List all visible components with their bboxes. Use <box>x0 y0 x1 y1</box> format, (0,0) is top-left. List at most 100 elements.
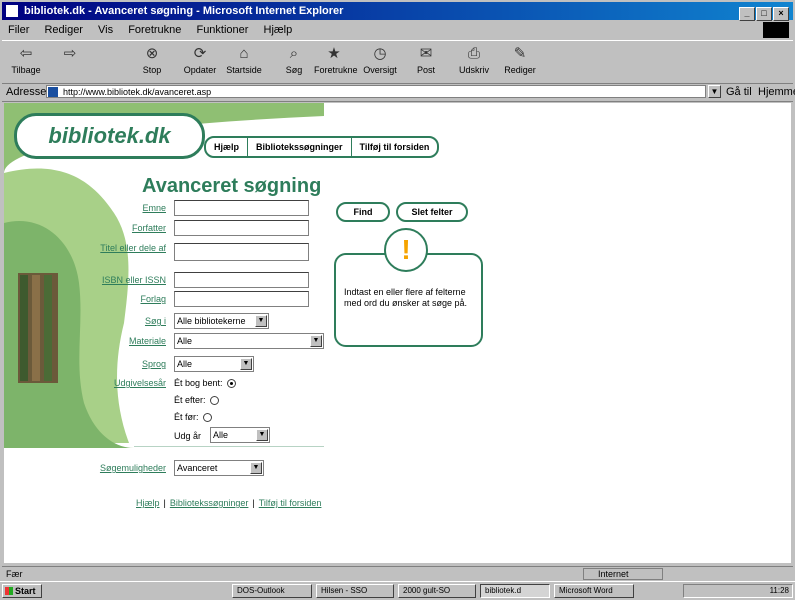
menu-tools[interactable]: Funktioner <box>196 24 248 36</box>
footer-add-link[interactable]: Tilføj til forsiden <box>259 498 322 508</box>
status-text: Fær <box>6 569 23 579</box>
task-button[interactable]: 2000 gult-SO <box>398 584 476 598</box>
field-label-material[interactable]: Materiale <box>86 336 166 346</box>
separator: | <box>252 498 255 508</box>
go-button[interactable]: Gå til <box>726 83 752 101</box>
radio-icon[interactable] <box>202 413 212 423</box>
favorites-icon: ★ <box>327 45 341 62</box>
title-input[interactable] <box>174 243 309 261</box>
chevron-down-icon: ▼ <box>256 429 268 441</box>
edit-button[interactable]: ✎ Rediger <box>500 43 540 81</box>
exclamation-icon: ! <box>384 228 428 272</box>
chevron-down-icon: ▼ <box>240 358 252 370</box>
clear-fields-button[interactable]: Slet felter <box>396 202 468 222</box>
start-button[interactable]: Start <box>2 584 42 598</box>
publisher-input[interactable] <box>174 291 309 307</box>
menu-view[interactable]: Vis <box>98 24 113 36</box>
menu-edit[interactable]: Rediger <box>44 24 83 36</box>
year-option-after[interactable]: Ét efter: <box>174 394 219 406</box>
find-button[interactable]: Find <box>336 202 390 222</box>
footer-help-link[interactable]: Hjælp <box>136 498 160 508</box>
chevron-down-icon: ▼ <box>255 315 267 327</box>
radio-icon[interactable] <box>209 396 219 406</box>
system-tray: 11:28 <box>683 584 793 598</box>
nav-add-to-frontpage[interactable]: Tilføj til forsiden <box>352 138 438 156</box>
forward-arrow-icon: ⇨ <box>63 45 77 62</box>
taskbar: Start DOS-Outlook Hilsen - SSO 2000 gult… <box>0 581 795 600</box>
home-icon: ⌂ <box>239 45 249 62</box>
favorites-button[interactable]: ★ Foretrukne <box>314 43 358 81</box>
field-label-search-options[interactable]: Søgemuligheder <box>74 463 166 473</box>
search-icon: ⌕ <box>289 45 299 62</box>
field-label-author[interactable]: Forfatter <box>86 223 166 233</box>
task-button-active[interactable]: bibliotek.d <box>480 584 550 598</box>
mail-button[interactable]: ✉ Post <box>406 43 446 81</box>
isbn-input[interactable] <box>174 272 309 288</box>
search-button[interactable]: ⌕ Søg <box>274 43 314 81</box>
address-dropdown-icon[interactable]: ▼ <box>708 85 721 98</box>
address-input[interactable]: http://www.bibliotek.dk/avanceret.asp <box>46 85 706 98</box>
page-title: Avanceret søgning <box>142 175 322 197</box>
minimize-icon[interactable]: _ <box>739 7 755 21</box>
menu-help[interactable]: Hjælp <box>264 24 293 36</box>
menu-file[interactable]: Filer <box>8 24 29 36</box>
task-button[interactable]: DOS-Outlook <box>232 584 312 598</box>
logo[interactable]: bibliotek.dk <box>14 113 205 159</box>
field-label-search-in[interactable]: Søg i <box>86 316 166 326</box>
search-in-select[interactable]: Alle bibliotekerne ▼ <box>174 313 269 329</box>
field-label-publisher[interactable]: Forlag <box>86 294 166 304</box>
history-button[interactable]: ◷ Oversigt <box>360 43 400 81</box>
back-button[interactable]: ⇦ Tilbage <box>6 43 46 81</box>
home-button[interactable]: ⌂ Startside <box>224 43 264 81</box>
back-arrow-icon: ⇦ <box>19 45 33 62</box>
top-nav: Hjælp Bibliotekssøgninger Tilføj til forsi… <box>204 136 440 158</box>
close-icon[interactable]: × <box>773 7 789 21</box>
footer-links: Hjælp | Bibliotekssøgninger | Tilføj til for… <box>136 498 321 508</box>
stop-button[interactable]: ⊗ Stop <box>132 43 172 81</box>
address-bar: Adresse http://www.bibliotek.dk/avancere… <box>2 83 795 102</box>
year-option-exact[interactable]: Ét bog bent: <box>174 377 236 389</box>
author-input[interactable] <box>174 220 309 236</box>
clock: 11:28 <box>769 586 789 595</box>
page-icon <box>48 87 58 97</box>
print-icon: ⎙ <box>467 45 480 62</box>
field-label-language[interactable]: Sprog <box>86 359 166 369</box>
nav-library-searches[interactable]: Bibliotekssøgninger <box>248 138 352 156</box>
print-button[interactable]: ⎙ Udskriv <box>454 43 494 81</box>
address-label: Adresse <box>6 86 47 98</box>
browser-window: bibliotek.dk - Avanceret søgning - Micro… <box>0 0 795 600</box>
year-select[interactable]: Alle ▼ <box>210 427 270 443</box>
nav-help[interactable]: Hjælp <box>206 138 249 156</box>
material-select[interactable]: Alle ▼ <box>174 333 324 349</box>
footer-library-searches-link[interactable]: Bibliotekssøgninger <box>170 498 249 508</box>
subject-input[interactable] <box>174 200 309 216</box>
field-label-year[interactable]: Udgivelsesår <box>86 378 166 388</box>
status-bar: Fær Internet <box>2 566 793 581</box>
language-select[interactable]: Alle ▼ <box>174 356 254 372</box>
history-icon: ◷ <box>373 45 387 62</box>
search-options-select[interactable]: Avanceret ▼ <box>174 460 264 476</box>
divider <box>134 446 324 447</box>
links-button[interactable]: Hjemmesi <box>758 83 795 101</box>
task-button[interactable]: Hilsen - SSO <box>316 584 394 598</box>
task-button[interactable]: Microsoft Word <box>554 584 634 598</box>
forward-button[interactable]: ⇨ <box>50 43 90 81</box>
chevron-down-icon: ▼ <box>250 462 262 474</box>
separator: | <box>163 498 166 508</box>
field-label-subject[interactable]: Emne <box>86 203 166 213</box>
menu-favorites[interactable]: Foretrukne <box>128 24 181 36</box>
field-label-title[interactable]: Titel eller dele af <box>86 243 166 254</box>
maximize-icon[interactable]: □ <box>756 7 772 21</box>
year-label: Udg år <box>174 431 202 441</box>
windows-logo-icon <box>763 22 789 38</box>
refresh-icon: ⟳ <box>193 45 207 62</box>
stop-icon: ⊗ <box>145 45 159 62</box>
refresh-button[interactable]: ⟳ Opdater <box>180 43 220 81</box>
field-label-isbn[interactable]: ISBN eller ISSN <box>86 275 166 285</box>
info-text: Indtast en eller flere af felterne med o… <box>344 287 468 308</box>
page-content: bibliotek.dk Hjælp Bibliotekssøgninger Til… <box>4 103 791 563</box>
window-title: bibliotek.dk - Avanceret søgning - Micro… <box>24 5 344 17</box>
radio-icon[interactable] <box>226 379 236 389</box>
edit-icon: ✎ <box>513 45 527 62</box>
year-option-before[interactable]: Ét før: <box>174 411 212 423</box>
